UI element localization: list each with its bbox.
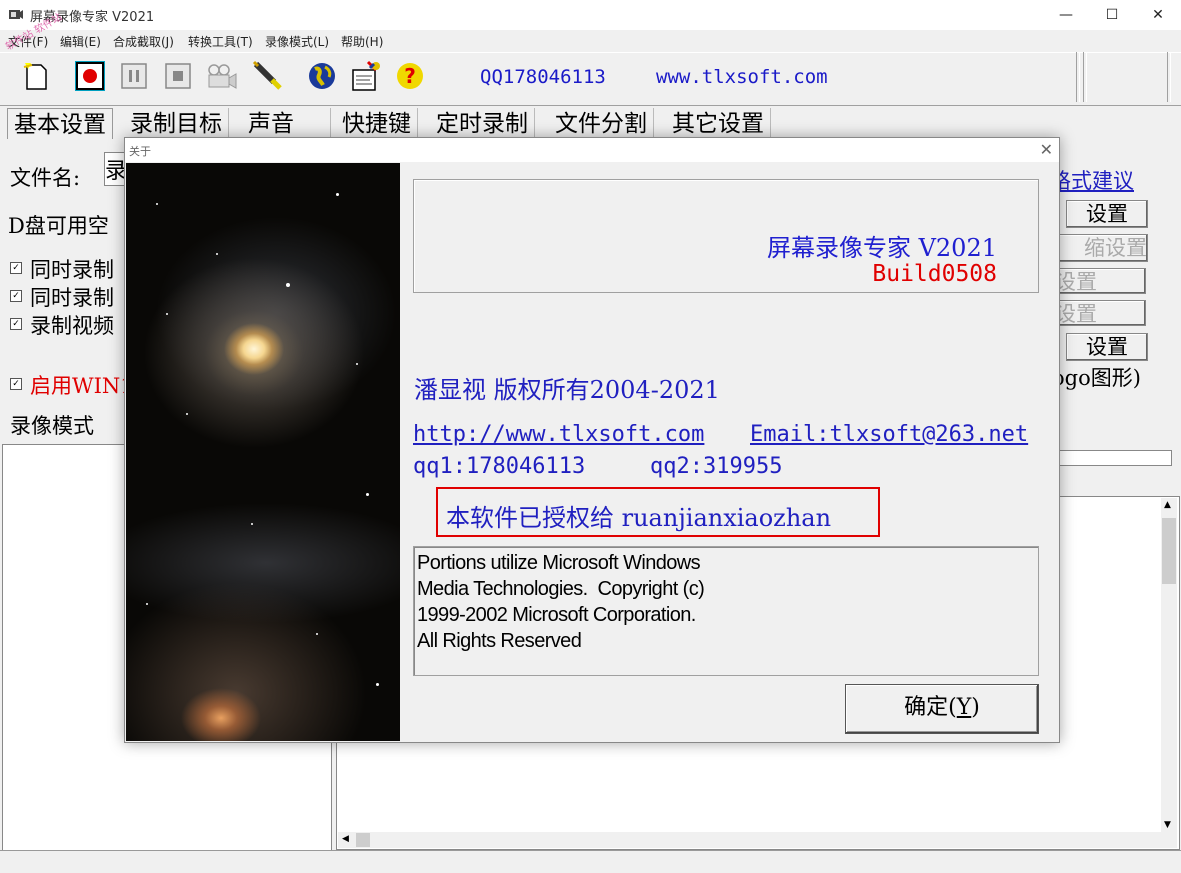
checkbox-enable-win-label: 启用WIN1 (30, 374, 134, 398)
scroll-h-thumb[interactable] (356, 833, 370, 847)
disk-space-label: D盘可用空 (8, 214, 109, 238)
record-mode-label: 录像模式 (10, 414, 94, 438)
menu-convert[interactable]: 转换工具(T) (188, 33, 253, 50)
checkbox-record-1-label: 同时录制 (30, 258, 114, 282)
menu-bar (0, 30, 1181, 52)
settings-button-1[interactable]: 设置 (1066, 200, 1148, 228)
website-link[interactable]: http://www.tlxsoft.com (413, 422, 704, 447)
qq1-text: qq1:178046113 (413, 454, 586, 479)
horizontal-scrollbar[interactable]: ◀ (338, 832, 1161, 848)
tab-sound[interactable]: 声音 (242, 108, 331, 138)
status-bar (0, 850, 1181, 873)
app-camera-icon (9, 10, 23, 19)
scroll-down-icon[interactable]: ▼ (1164, 820, 1171, 830)
title-bar (0, 0, 1181, 30)
menu-help[interactable]: 帮助(H) (341, 33, 383, 50)
vertical-scrollbar[interactable]: ▲ ▼ (1161, 498, 1177, 848)
copyright-text: 潘显视 版权所有2004-2021 (414, 376, 720, 404)
menu-record-mode[interactable]: 录像模式(L) (265, 33, 329, 50)
tab-basic-settings[interactable]: 基本设置 (7, 108, 113, 139)
about-dialog: 关于 ✕ 屏幕录像专家 V2021 Build0508 潘显视 版权所有2004… (124, 137, 1060, 743)
email-link[interactable]: Email:tlxsoft@263.net (750, 422, 1028, 447)
settings-button-3[interactable]: 设置 (1050, 300, 1146, 326)
ok-button[interactable]: 确定(Y) (845, 684, 1039, 734)
tab-record-target[interactable]: 录制目标 (124, 108, 229, 138)
tab-other-settings[interactable]: 其它设置 (666, 108, 771, 138)
settings-button-4[interactable]: 设置 (1066, 333, 1148, 361)
pause-icon[interactable] (118, 60, 150, 92)
toolbar-site-text: www.tlxsoft.com (656, 66, 828, 88)
scroll-up-icon[interactable]: ▲ (1164, 500, 1171, 510)
new-file-icon[interactable] (20, 60, 52, 92)
camera-icon[interactable] (206, 60, 238, 92)
product-name: 屏幕录像专家 V2021 (766, 234, 997, 262)
stop-icon[interactable] (162, 60, 194, 92)
help-icon[interactable]: ? (394, 60, 426, 92)
maximize-button[interactable]: ☐ (1089, 0, 1135, 30)
pen-icon[interactable] (250, 60, 282, 92)
galaxy-image (126, 163, 400, 741)
toolbar-separator (1083, 52, 1087, 102)
build-number: Build0508 (872, 261, 997, 287)
scroll-left-icon[interactable]: ◀ (342, 834, 349, 844)
dialog-title: 关于 (129, 145, 151, 158)
settings-icon[interactable] (350, 60, 382, 92)
checkbox-record-2-label: 同时录制 (30, 286, 114, 310)
record-icon[interactable] (74, 60, 106, 92)
dialog-close-icon[interactable]: ✕ (1040, 140, 1053, 159)
toolbar-separator (1167, 52, 1171, 102)
menu-edit[interactable]: 编辑(E) (60, 33, 101, 50)
compress-settings-button[interactable]: 缩设置 (1050, 234, 1148, 262)
close-button[interactable]: ✕ (1135, 0, 1181, 30)
tab-file-split[interactable]: 文件分割 (549, 108, 654, 138)
menu-compose[interactable]: 合成截取(J) (113, 33, 174, 50)
license-text: 本软件已授权给 ruanjianxiaozhan (446, 504, 832, 532)
toolbar-separator (1076, 52, 1080, 102)
logo-graphic-label: ogo图形) (1052, 366, 1141, 390)
checkbox-record-1[interactable]: ✓ (10, 262, 22, 274)
tab-hotkeys[interactable]: 快捷键 (336, 108, 418, 138)
tab-timed-record[interactable]: 定时录制 (430, 108, 535, 138)
settings-button-2[interactable]: 设置 (1050, 268, 1146, 294)
svg-text:?: ? (404, 64, 416, 88)
dialog-title-bar (125, 138, 1059, 162)
ok-button-mnemonic: Y (956, 695, 972, 720)
minimize-button[interactable]: — (1043, 0, 1089, 30)
checkbox-record-2[interactable]: ✓ (10, 290, 22, 302)
filename-label: 文件名: (10, 166, 81, 190)
checkbox-record-video[interactable]: ✓ (10, 318, 22, 330)
checkbox-enable-win[interactable]: ✓ (10, 378, 22, 390)
qq2-text: qq2:319955 (650, 454, 783, 479)
scroll-thumb[interactable] (1162, 518, 1176, 584)
ms-notice-text: Portions utilize Microsoft Windows Media… (417, 552, 705, 652)
toolbar-qq-text: QQ178046113 (480, 66, 606, 88)
format-advice-link[interactable]: 格式建议 (1050, 165, 1134, 195)
globe-icon[interactable] (306, 60, 338, 92)
checkbox-record-video-label: 录制视频 (30, 314, 114, 338)
